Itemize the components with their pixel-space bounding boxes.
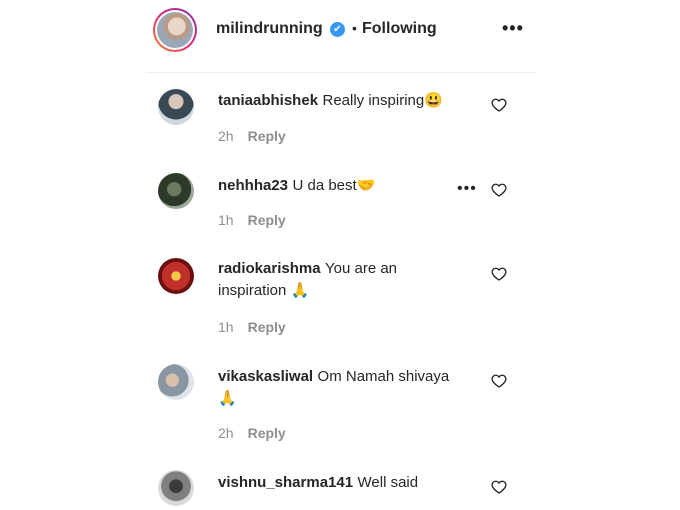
post-header: milindrunning ✔ • Following ••• — [0, 0, 680, 72]
comment-text: You are an — [325, 260, 398, 277]
comment-avatar[interactable] — [158, 89, 194, 125]
emoji-icon: 😃 — [424, 92, 443, 109]
comment-time[interactable]: 1h — [218, 212, 234, 228]
emoji-icon: 🤝 — [356, 177, 376, 194]
comment-options-icon[interactable]: ••• — [457, 180, 477, 198]
like-heart-icon[interactable] — [491, 479, 507, 495]
comment-username[interactable]: nehhha23 — [218, 177, 288, 194]
comment-meta: 2h Reply — [218, 128, 286, 144]
comment: nehhha23 U da best🤝 — [218, 175, 375, 197]
like-heart-icon[interactable] — [491, 97, 507, 113]
reply-button[interactable]: Reply — [248, 128, 286, 144]
comment-avatar[interactable] — [158, 258, 194, 294]
like-heart-icon[interactable] — [491, 266, 507, 282]
reply-button[interactable]: Reply — [248, 319, 286, 335]
comment-time[interactable]: 1h — [218, 319, 234, 335]
comment-text: U da best — [292, 177, 357, 194]
comment-text: Om Namah shivaya — [317, 368, 450, 385]
more-options-icon[interactable]: ••• — [502, 18, 524, 39]
comment: taniaabhishek Really inspiring😃 — [218, 90, 443, 112]
comment-text: Really inspiring — [322, 92, 425, 109]
reply-button[interactable]: Reply — [248, 212, 286, 228]
reply-button[interactable]: Reply — [248, 425, 286, 441]
emoji-icon: 🙏 — [218, 390, 237, 407]
comment-username[interactable]: vikaskasliwal — [218, 368, 313, 385]
emoji-icon: 🙏 — [290, 282, 310, 299]
comment-time[interactable]: 2h — [218, 425, 234, 441]
verified-badge-icon: ✔ — [330, 22, 345, 37]
comment-username[interactable]: radiokarishma — [218, 260, 321, 277]
comment-time[interactable]: 2h — [218, 128, 234, 144]
comment-username[interactable]: taniaabhishek — [218, 92, 318, 109]
comment-text-continued: inspiration 🙏 — [218, 282, 310, 299]
comment: vikaskasliwal Om Namah shivaya — [218, 366, 449, 388]
divider — [146, 72, 536, 73]
comment-username[interactable]: vishnu_sharma141 — [218, 474, 353, 491]
comment-avatar[interactable] — [158, 173, 194, 209]
comment: radiokarishma You are an — [218, 258, 397, 280]
post-username[interactable]: milindrunning — [216, 20, 323, 38]
comment-meta: 1h Reply — [218, 319, 286, 335]
comment-meta: 2h Reply — [218, 425, 286, 441]
profile-avatar[interactable] — [153, 8, 197, 52]
like-heart-icon[interactable] — [491, 373, 507, 389]
comment: vishnu_sharma141 Well said — [218, 472, 418, 494]
like-heart-icon[interactable] — [491, 182, 507, 198]
comment-avatar[interactable] — [158, 364, 194, 400]
separator-dot: • — [352, 20, 357, 36]
comment-text: Well said — [357, 474, 419, 491]
following-button[interactable]: Following — [362, 20, 437, 38]
comment-avatar[interactable] — [158, 470, 194, 506]
comment-meta: 1h Reply — [218, 212, 286, 228]
